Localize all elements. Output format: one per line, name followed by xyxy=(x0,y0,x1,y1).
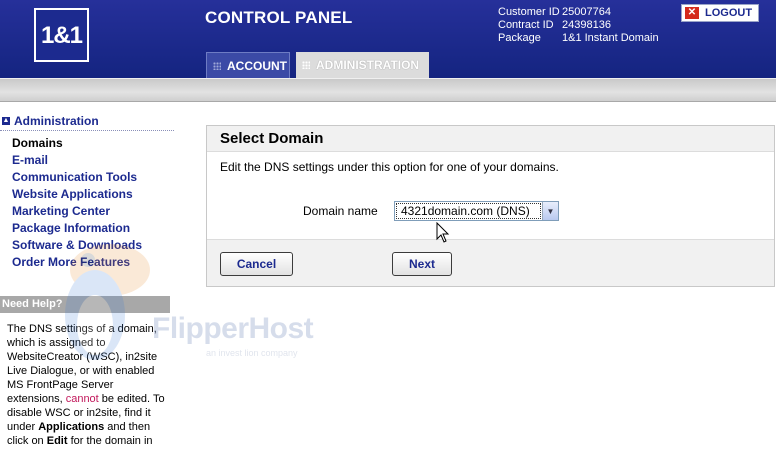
sidebar: ▲ Administration Domains E-mail Communic… xyxy=(0,103,174,450)
cancel-button[interactable]: Cancel xyxy=(220,252,293,276)
logout-label: LOGOUT xyxy=(705,7,753,19)
sidebar-item-software-downloads[interactable]: Software & Downloads xyxy=(12,237,142,254)
sidebar-item-domains[interactable]: Domains xyxy=(12,135,142,152)
sidebar-item-package-information[interactable]: Package Information xyxy=(12,220,142,237)
customer-id-label: Customer ID xyxy=(498,6,560,18)
sidebar-item-communication-tools[interactable]: Communication Tools xyxy=(12,169,142,186)
panel-description: Edit the DNS settings under this option … xyxy=(220,160,559,174)
grip-icon xyxy=(302,61,310,69)
account-info: Customer ID 25007764 Contract ID 2439813… xyxy=(498,6,659,45)
sidebar-heading[interactable]: ▲ Administration xyxy=(0,111,174,131)
customer-id-row: Customer ID 25007764 xyxy=(498,6,659,19)
domain-name-select[interactable]: 4321domain.com (DNS) ▼ xyxy=(394,201,559,221)
contract-id-label: Contract ID xyxy=(498,19,554,31)
sidebar-item-marketing-center[interactable]: Marketing Center xyxy=(12,203,142,220)
panel-footer: Cancel Next xyxy=(207,239,774,286)
help-text: The DNS settings of a domain, which is a… xyxy=(7,322,167,448)
sidebar-item-order-more-features[interactable]: Order More Features xyxy=(12,254,142,271)
mouse-pointer-icon xyxy=(436,222,450,243)
grip-icon xyxy=(213,61,221,70)
domain-name-selected-value: 4321domain.com (DNS) xyxy=(396,203,541,219)
flipperhost-watermark: FlipperHost an invest lion company xyxy=(152,312,314,358)
next-button[interactable]: Next xyxy=(392,252,452,276)
header-divider-band xyxy=(0,78,776,102)
contract-id-value: 24398136 xyxy=(562,19,611,31)
package-value: 1&1 Instant Domain xyxy=(562,32,659,44)
select-domain-panel: Select Domain Edit the DNS settings unde… xyxy=(206,125,775,287)
help-heading: Need Help? xyxy=(0,296,170,313)
help-text-warning: cannot xyxy=(65,393,99,405)
sidebar-heading-label: Administration xyxy=(14,113,99,128)
chevron-down-icon[interactable]: ▼ xyxy=(542,202,558,220)
tab-account[interactable]: ACCOUNT xyxy=(206,52,290,78)
package-row: Package 1&1 Instant Domain xyxy=(498,32,659,45)
panel-title: Select Domain xyxy=(207,126,774,152)
watermark-text: FlipperHost xyxy=(152,312,314,345)
sidebar-menu: Domains E-mail Communication Tools Websi… xyxy=(12,135,142,271)
control-panel-window: 1&1 CONTROL PANEL Customer ID 25007764 C… xyxy=(0,0,776,450)
watermark-subtext: an invest lion company xyxy=(206,348,298,358)
help-text-applications: Applications xyxy=(38,421,105,433)
sidebar-item-website-applications[interactable]: Website Applications xyxy=(12,186,142,203)
logout-button[interactable]: ✕ LOGOUT xyxy=(681,4,759,22)
help-text-edit: Edit xyxy=(46,435,68,447)
tab-administration[interactable]: ADMINISTRATION xyxy=(296,52,429,78)
domain-name-label: Domain name xyxy=(303,204,378,218)
customer-id-value: 25007764 xyxy=(562,6,611,18)
package-label: Package xyxy=(498,32,541,44)
close-icon: ✕ xyxy=(685,7,699,19)
brand-logo[interactable]: 1&1 xyxy=(34,8,89,62)
contract-id-row: Contract ID 24398136 xyxy=(498,19,659,32)
page-title: CONTROL PANEL xyxy=(205,8,353,27)
sidebar-item-email[interactable]: E-mail xyxy=(12,152,142,169)
header-bar: 1&1 CONTROL PANEL Customer ID 25007764 C… xyxy=(0,0,776,78)
tab-account-label: ACCOUNT xyxy=(227,58,287,73)
help-text-part-4: for the domain in xyxy=(67,435,153,447)
collapse-arrow-icon: ▲ xyxy=(2,116,10,125)
tab-administration-label: ADMINISTRATION xyxy=(316,58,420,72)
